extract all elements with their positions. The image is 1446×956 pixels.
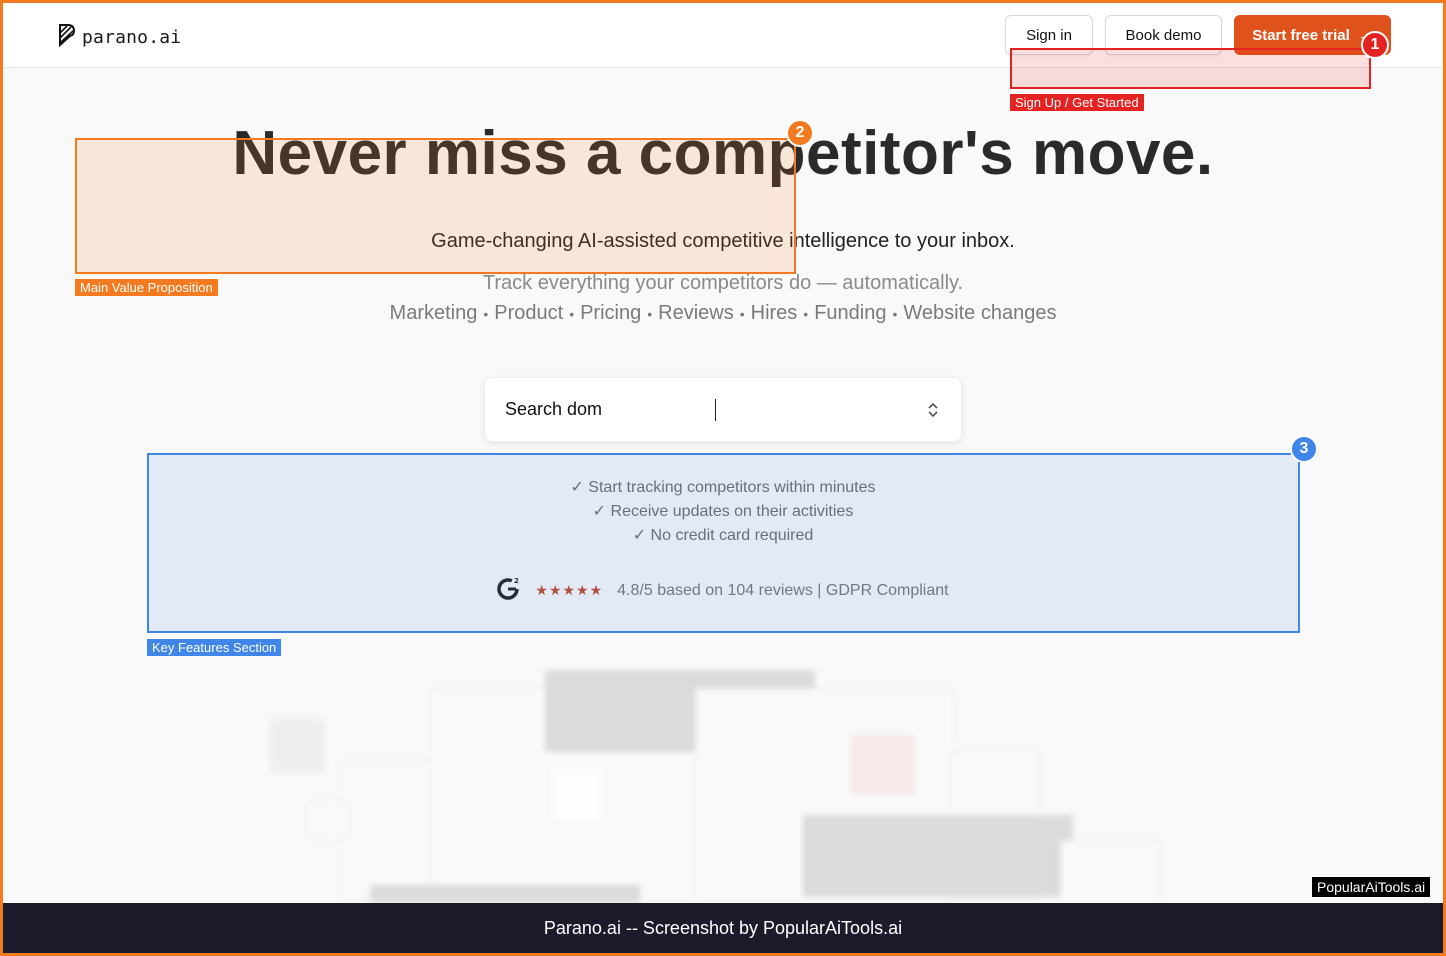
annotation-badge-2: 2 bbox=[786, 119, 814, 147]
category-item: Marketing bbox=[389, 302, 478, 324]
chevron-up-down-icon[interactable] bbox=[925, 400, 941, 420]
text-cursor bbox=[715, 398, 716, 421]
category-item: Reviews bbox=[658, 302, 734, 324]
annotation-label-signup: Sign Up / Get Started bbox=[1010, 94, 1144, 111]
bullet-icon: • bbox=[647, 305, 653, 322]
category-item: Funding bbox=[814, 302, 887, 324]
category-item: Website changes bbox=[903, 302, 1057, 324]
annotation-label-features: Key Features Section bbox=[147, 639, 282, 656]
logo-text: parano.ai bbox=[82, 27, 182, 48]
watermark: PopularAiTools.ai bbox=[1312, 877, 1431, 897]
footer-caption: Parano.ai -- Screenshot by PopularAiTool… bbox=[543, 917, 903, 938]
annotation-badge-3: 3 bbox=[1290, 435, 1318, 463]
parano-logo-icon bbox=[58, 23, 76, 52]
category-item: Hires bbox=[750, 302, 798, 324]
category-item: Pricing bbox=[580, 302, 642, 324]
start-free-trial-label: Start free trial bbox=[1252, 26, 1350, 44]
bullet-icon: • bbox=[483, 305, 489, 322]
domain-search-combobox[interactable]: Search dom bbox=[484, 377, 962, 442]
bullet-icon: • bbox=[892, 305, 898, 322]
annotation-badge-1: 1 bbox=[1361, 31, 1389, 59]
logo[interactable]: parano.ai bbox=[58, 23, 181, 52]
annotation-label-value-prop: Main Value Proposition bbox=[75, 279, 218, 296]
annotation-box-features bbox=[147, 453, 1300, 633]
tracked-categories: Marketing • Product • Pricing • Reviews • Hires •… bbox=[0, 302, 1446, 325]
annotation-box-value-prop bbox=[75, 138, 796, 274]
search-input[interactable]: Search dom bbox=[505, 399, 714, 420]
bullet-icon: • bbox=[739, 305, 745, 322]
category-item: Product bbox=[494, 302, 564, 324]
annotation-box-signup bbox=[1010, 48, 1371, 89]
product-preview-image bbox=[250, 660, 1190, 903]
screenshot-caption-bar: Parano.ai -- Screenshot by PopularAiTool… bbox=[3, 903, 1443, 953]
bullet-icon: • bbox=[803, 305, 809, 322]
bullet-icon: • bbox=[569, 305, 575, 322]
